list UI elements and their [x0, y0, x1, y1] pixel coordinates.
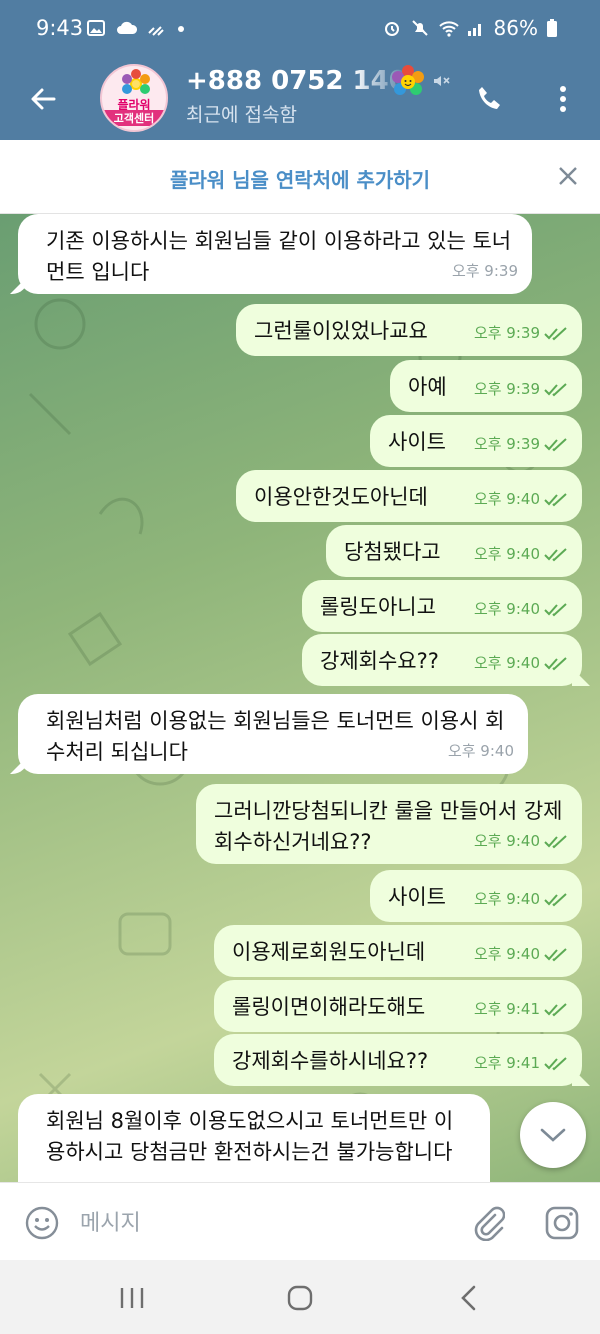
phone-icon	[479, 87, 500, 109]
message-time: 오후 9:39	[474, 318, 568, 349]
recent-apps-button[interactable]	[110, 1278, 154, 1318]
message-outgoing[interactable]: 그런룰이있었나교요 오후 9:39	[236, 304, 582, 356]
message-outgoing[interactable]: 롤링이면이해라도해도 오후 9:41	[214, 980, 582, 1032]
message-time: 오후 9:39	[474, 429, 568, 460]
alarm-icon	[382, 18, 402, 38]
message-text: 회원님처럼 이용없는 회원님들은 토너먼트 이용시 회수처리 되십니다	[46, 709, 505, 764]
dot-icon	[176, 18, 196, 38]
message-incoming[interactable]: 기존 이용하시는 회원님들 같이 이용하라고 있는 토너먼트 입니다 오후 9:…	[18, 214, 532, 294]
read-checkmarks-icon	[544, 1002, 567, 1016]
system-nav-bar	[0, 1260, 600, 1334]
contact-status: 최근에 접속함	[186, 104, 297, 126]
message-time: 오후 9:40	[474, 826, 568, 857]
recent-apps-icon	[120, 1288, 144, 1308]
smile-icon	[25, 1206, 59, 1240]
call-button[interactable]	[466, 76, 512, 122]
emoji-button[interactable]	[20, 1201, 64, 1245]
message-outgoing[interactable]: 강제회수요?? 오후 9:40	[302, 634, 582, 686]
home-icon	[287, 1285, 313, 1311]
flower-emoji-icon	[392, 65, 424, 95]
attach-button[interactable]	[466, 1201, 510, 1245]
status-bar: 9:43 86%	[0, 0, 600, 60]
message-outgoing[interactable]: 이용제로회원도아닌데 오후 9:40	[214, 925, 582, 977]
paperclip-icon	[474, 1206, 505, 1241]
avatar[interactable]: 플라워 고객센터	[100, 64, 168, 132]
signal-wave-icon	[146, 18, 166, 38]
back-arrow-icon	[31, 88, 56, 110]
read-checkmarks-icon	[544, 437, 567, 451]
avatar-text-line2: 고객센터	[102, 110, 166, 126]
read-checkmarks-icon	[544, 602, 567, 616]
message-time: 오후 9:40	[474, 939, 568, 970]
camera-button[interactable]	[540, 1201, 584, 1245]
banner-close-button[interactable]	[548, 156, 588, 196]
mute-icon	[410, 18, 430, 38]
battery-text: 86%	[493, 16, 538, 40]
scroll-to-bottom-button[interactable]	[520, 1102, 586, 1168]
message-outgoing[interactable]: 그러니깐당첨되니칸 룰을 만들어서 강제회수하신거네요?? 오후 9:40	[196, 784, 582, 864]
message-outgoing[interactable]: 강제회수를하시네요?? 오후 9:41	[214, 1034, 582, 1086]
more-vertical-icon	[560, 86, 566, 112]
image-icon	[86, 18, 106, 38]
message-time: 오후 9:40	[474, 884, 568, 915]
message-time: 오후 9:39	[451, 262, 518, 280]
message-outgoing[interactable]: 사이트 오후 9:39	[370, 415, 582, 467]
status-right: 86%	[382, 16, 566, 40]
message-outgoing[interactable]: 당첨됐다고 오후 9:40	[326, 525, 582, 577]
cloud-icon	[116, 18, 138, 38]
message-outgoing[interactable]: 이용안한것도아닌데 오후 9:40	[236, 470, 582, 522]
message-text: 회원님 8월이후 이용도없으시고 토너먼트만 이용하시고 당첨금만 환전하시는건…	[46, 1109, 454, 1164]
message-time: 오후 9:40	[474, 594, 568, 625]
system-back-button[interactable]	[446, 1278, 490, 1318]
read-checkmarks-icon	[544, 382, 567, 396]
read-checkmarks-icon	[544, 326, 567, 340]
status-time: 9:43	[36, 16, 84, 40]
read-checkmarks-icon	[544, 547, 567, 561]
message-time: 오후 9:40	[474, 484, 568, 515]
read-checkmarks-icon	[544, 492, 567, 506]
chevron-left-icon	[461, 1285, 476, 1311]
message-time: 오후 9:39	[474, 374, 568, 405]
instagram-camera-icon	[545, 1206, 579, 1240]
message-input[interactable]	[80, 1203, 440, 1243]
message-time: 오후 9:41	[474, 994, 568, 1025]
read-checkmarks-icon	[544, 656, 567, 670]
read-checkmarks-icon	[544, 947, 567, 961]
read-checkmarks-icon	[544, 892, 567, 906]
message-time: 오후 9:40	[474, 648, 568, 679]
message-text: 기존 이용하시는 회원님들 같이 이용하라고 있는 토너먼트 입니다	[46, 229, 512, 284]
add-contact-link[interactable]: 플라워 님을 연락처에 추가하기	[0, 164, 600, 193]
home-button[interactable]	[278, 1278, 322, 1318]
message-time: 오후 9:40	[447, 742, 514, 760]
message-input-bar	[0, 1182, 600, 1260]
back-button[interactable]	[20, 76, 66, 122]
muted-speaker-icon	[434, 76, 450, 86]
chat-header: 플라워 고객센터 +888 0752 1408 최근에 접속함	[0, 60, 600, 140]
battery-icon	[546, 18, 566, 38]
message-outgoing[interactable]: 아예 오후 9:39	[390, 360, 582, 412]
read-checkmarks-icon	[544, 1056, 567, 1070]
chevron-down-icon	[540, 1128, 566, 1142]
read-checkmarks-icon	[544, 834, 567, 848]
close-icon	[559, 167, 577, 185]
message-incoming[interactable]: 회원님처럼 이용없는 회원님들은 토너먼트 이용시 회수처리 되십니다 오후 9…	[18, 694, 528, 774]
message-time: 오후 9:41	[474, 1048, 568, 1079]
message-time: 오후 9:40	[474, 539, 568, 570]
wifi-icon	[438, 18, 459, 38]
status-left-icons	[86, 18, 196, 38]
add-contact-banner: 플라워 님을 연락처에 추가하기	[0, 140, 600, 214]
message-outgoing[interactable]: 롤링도아니고 오후 9:40	[302, 580, 582, 632]
cell-signal-icon	[466, 18, 486, 38]
message-outgoing[interactable]: 사이트 오후 9:40	[370, 870, 582, 922]
more-options-button[interactable]	[540, 76, 586, 122]
flower-logo-icon	[122, 69, 150, 94]
